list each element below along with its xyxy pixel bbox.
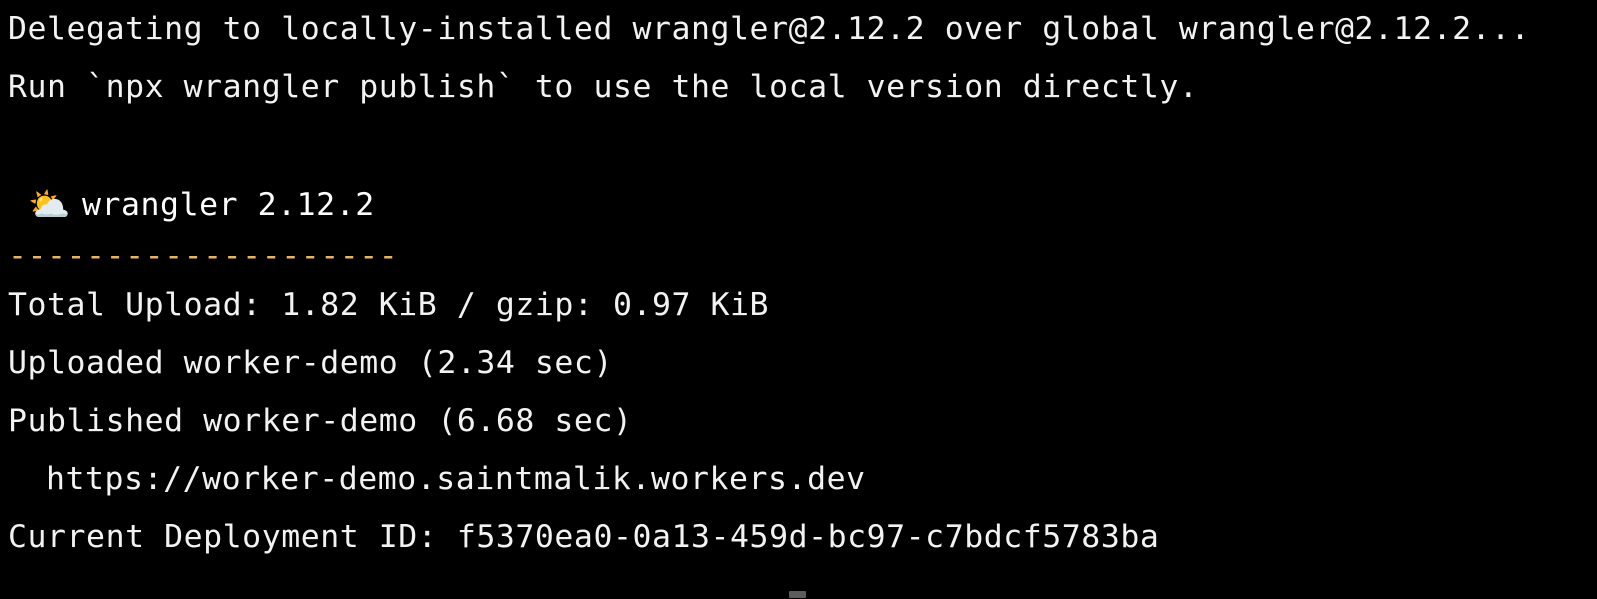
- output-line-deployment-id: Current Deployment ID: f5370ea0-0a13-459…: [8, 519, 1160, 555]
- deployed-url-link[interactable]: https://worker-demo.saintmalik.workers.d…: [0, 450, 1597, 508]
- wrangler-version-label: wrangler 2.12.2: [82, 187, 375, 223]
- horizontal-scrollbar-track[interactable]: [0, 591, 1597, 599]
- output-line-published: Published worker-demo (6.68 sec): [8, 403, 633, 439]
- divider-dashes: --------------------: [8, 238, 399, 274]
- output-line-uploaded: Uploaded worker-demo (2.34 sec): [8, 345, 613, 381]
- output-line-blank: [0, 116, 1597, 174]
- divider-rule: --------------------: [0, 236, 1597, 276]
- wrangler-brand-line: ⛅ wrangler 2.12.2: [0, 174, 1597, 236]
- output-line-run-hint: Run `npx wrangler publish` to use the lo…: [8, 69, 1199, 105]
- terminal-output: Delegating to locally-installed wrangler…: [0, 0, 1597, 566]
- horizontal-scrollbar-thumb[interactable]: [789, 591, 806, 598]
- output-line-total-upload: Total Upload: 1.82 KiB / gzip: 0.97 KiB: [8, 287, 770, 323]
- partly-cloudy-icon: ⛅: [28, 185, 71, 225]
- output-line-delegating: Delegating to locally-installed wrangler…: [8, 11, 1531, 47]
- terminal-window[interactable]: Delegating to locally-installed wrangler…: [0, 0, 1597, 599]
